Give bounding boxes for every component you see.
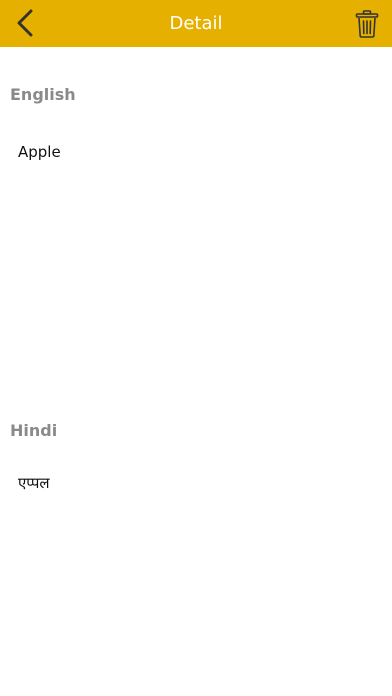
target-text: एप्पल <box>18 474 50 492</box>
trash-icon <box>355 10 379 38</box>
source-language-label: English <box>10 85 76 104</box>
delete-button[interactable] <box>350 6 384 42</box>
target-language-label: Hindi <box>10 421 58 440</box>
source-text: Apple <box>18 143 61 161</box>
navigation-bar: Detail <box>0 0 392 47</box>
page-title: Detail <box>169 13 223 34</box>
